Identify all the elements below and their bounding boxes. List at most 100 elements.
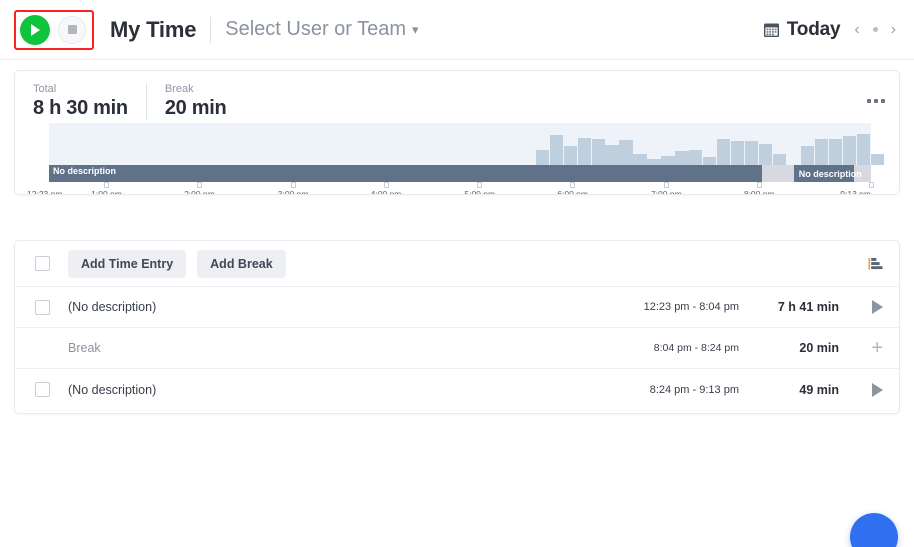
activity-bar	[857, 133, 871, 165]
activity-bar	[815, 138, 829, 165]
activity-bar	[619, 139, 633, 165]
axis-tick	[383, 182, 389, 188]
page-title: My Time	[110, 16, 197, 42]
axis-tick	[756, 182, 762, 188]
date-nav-group: ‹ ›	[854, 21, 896, 38]
add-fab-button[interactable]	[850, 513, 898, 547]
today-dot-button[interactable]	[872, 27, 878, 32]
stop-icon	[67, 25, 77, 34]
activity-bar	[689, 149, 703, 165]
user-team-selector-label: Select User or Team	[225, 18, 407, 40]
app-header: My Time Select User or Team ▾ Today ‹ ›	[0, 0, 914, 60]
activity-bar	[577, 138, 591, 165]
row-duration: 49 min	[799, 382, 839, 397]
axis-tick-label: 9:13 pm	[840, 189, 871, 195]
row-time-range: 8:04 pm - 8:24 pm	[653, 342, 739, 354]
play-icon	[31, 23, 40, 36]
activity-bar	[829, 138, 843, 165]
axis-tick	[196, 182, 202, 188]
row-description: Break	[68, 341, 101, 355]
time-entries-card: Add Time Entry Add Break (No description…	[14, 240, 900, 414]
summary-stats-row: Total 8 h 30 min Break 20 min	[15, 71, 899, 123]
break-value: 20 min	[164, 97, 227, 119]
activity-bar	[871, 154, 885, 165]
timeline-segment-label: No description	[53, 166, 117, 176]
axis-tick	[104, 182, 110, 188]
next-day-button[interactable]: ›	[891, 21, 896, 38]
table-row[interactable]: (No description) 8:24 pm - 9:13 pm 49 min	[15, 369, 899, 410]
row-duration: 7 h 41 min	[777, 300, 839, 314]
break-stat: Break 20 min	[145, 83, 245, 120]
activity-bar	[633, 154, 647, 165]
add-time-entry-button[interactable]: Add Time Entry	[68, 249, 187, 278]
activity-bar	[759, 144, 773, 165]
timeline-segment-chip: No description	[793, 165, 862, 182]
row-checkbox[interactable]	[35, 299, 50, 315]
activity-bars-plot	[49, 123, 885, 165]
row-resume-button[interactable]	[843, 300, 883, 314]
break-label: Break	[164, 83, 194, 95]
axis-tick-label: 6:00 pm	[557, 189, 588, 195]
row-resume-button[interactable]	[843, 382, 883, 397]
activity-bar	[745, 141, 759, 165]
add-break-button[interactable]: Add Break	[197, 249, 286, 278]
table-row[interactable]: (No description) 12:23 pm - 8:04 pm 7 h 41…	[15, 287, 899, 328]
row-description: (No description)	[68, 300, 157, 314]
total-label: Total	[33, 83, 57, 95]
table-row[interactable]: Break 8:04 pm - 8:24 pm 20 min +	[15, 328, 899, 369]
timeline-work-segment[interactable]: No description	[793, 165, 871, 182]
activity-bar	[549, 135, 563, 165]
activity-bar	[535, 149, 549, 165]
row-add-button[interactable]: +	[843, 338, 883, 358]
today-button[interactable]: Today	[763, 19, 841, 41]
select-all-checkbox[interactable]	[35, 256, 50, 271]
activity-bar	[801, 146, 815, 165]
axis-tick-label: 5:00 pm	[464, 189, 496, 195]
timer-controls-group	[14, 9, 94, 50]
timeline-segments-row: No description No description	[49, 165, 871, 182]
time-entries-list: (No description) 12:23 pm - 8:04 pm 7 h 41…	[15, 287, 899, 410]
axis-tick-label: 1:00 pm	[91, 189, 122, 195]
kebab-dot-icon	[867, 99, 871, 103]
activity-bar	[773, 154, 787, 165]
row-checkbox[interactable]	[35, 382, 50, 397]
timeline-work-segment[interactable]: No description	[49, 165, 763, 182]
axis-tick	[868, 182, 874, 188]
activity-bar	[675, 151, 689, 165]
total-stat: Total 8 h 30 min	[33, 83, 146, 120]
today-label: Today	[786, 18, 841, 40]
kebab-dot-icon	[874, 99, 878, 103]
summary-menu-button[interactable]	[867, 83, 885, 103]
axis-tick	[570, 182, 576, 188]
stop-button[interactable]	[58, 15, 86, 44]
play-button[interactable]	[20, 14, 50, 45]
activity-bar	[703, 157, 717, 165]
axis-tick-label: 7:00 pm	[650, 189, 682, 195]
calendar-icon	[763, 23, 779, 37]
axis-tick	[663, 182, 669, 188]
kebab-dot-icon	[881, 99, 885, 103]
row-time-range: 8:24 pm - 9:13 pm	[649, 383, 739, 396]
row-description: (No description)	[68, 382, 157, 397]
activity-bar	[605, 144, 619, 165]
prev-day-button[interactable]: ‹	[854, 21, 859, 38]
timeline-segment-label: No description	[798, 168, 862, 179]
title-divider	[210, 16, 212, 43]
activity-bar	[843, 136, 857, 165]
axis-tick-label: 4:00 pm	[370, 189, 402, 195]
entries-toolbar: Add Time Entry Add Break	[15, 241, 899, 287]
axis-tick-label: 3:00 pm	[277, 189, 309, 195]
axis-tick	[290, 182, 296, 188]
user-team-selector[interactable]: Select User or Team ▾	[225, 18, 418, 41]
activity-bar	[563, 146, 577, 165]
axis-tick-label: 8:00 pm	[743, 189, 775, 195]
activity-bar	[661, 155, 675, 165]
day-timeline-chart: No description No description 12:23 pm 1:0…	[15, 123, 899, 195]
row-duration: 20 min	[799, 341, 839, 355]
play-icon	[872, 300, 883, 314]
activity-bar	[717, 138, 731, 165]
sort-icon[interactable]	[868, 257, 883, 271]
timeline-break-segment[interactable]	[762, 165, 794, 182]
row-time-range: 12:23 pm - 8:04 pm	[643, 301, 739, 313]
axis-tick-label: 12:23 pm	[27, 189, 63, 195]
